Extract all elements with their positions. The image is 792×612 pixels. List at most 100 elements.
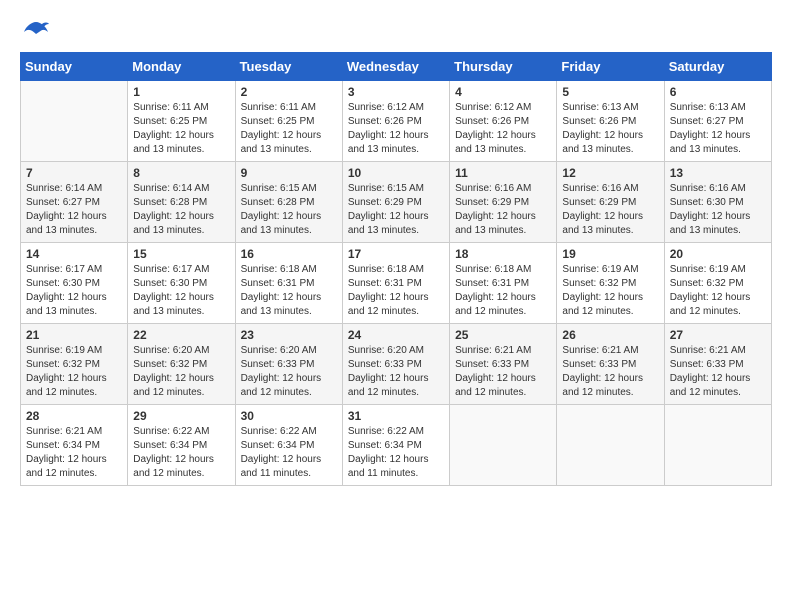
calendar-cell [557, 405, 664, 486]
sunset-text: Sunset: 6:25 PM [241, 116, 315, 127]
day-info: Sunrise: 6:11 AM Sunset: 6:25 PM Dayligh… [241, 101, 337, 157]
day-info: Sunrise: 6:20 AM Sunset: 6:33 PM Dayligh… [348, 344, 444, 400]
day-info: Sunrise: 6:19 AM Sunset: 6:32 PM Dayligh… [562, 263, 658, 319]
calendar-cell [664, 405, 771, 486]
day-info: Sunrise: 6:21 AM Sunset: 6:33 PM Dayligh… [562, 344, 658, 400]
sunset-text: Sunset: 6:33 PM [348, 359, 422, 370]
sunset-text: Sunset: 6:26 PM [348, 116, 422, 127]
calendar-cell: 26 Sunrise: 6:21 AM Sunset: 6:33 PM Dayl… [557, 324, 664, 405]
day-info: Sunrise: 6:22 AM Sunset: 6:34 PM Dayligh… [348, 425, 444, 481]
day-info: Sunrise: 6:22 AM Sunset: 6:34 PM Dayligh… [133, 425, 229, 481]
sunrise-text: Sunrise: 6:22 AM [133, 426, 209, 437]
sunrise-text: Sunrise: 6:19 AM [26, 345, 102, 356]
daylight-text: Daylight: 12 hours and 11 minutes. [348, 454, 429, 479]
sunrise-text: Sunrise: 6:22 AM [348, 426, 424, 437]
daylight-text: Daylight: 12 hours and 13 minutes. [133, 292, 214, 317]
day-info: Sunrise: 6:16 AM Sunset: 6:30 PM Dayligh… [670, 182, 766, 238]
daylight-text: Daylight: 12 hours and 13 minutes. [241, 211, 322, 236]
day-number: 27 [670, 328, 766, 342]
daylight-text: Daylight: 12 hours and 12 minutes. [455, 373, 536, 398]
sunset-text: Sunset: 6:30 PM [670, 197, 744, 208]
sunset-text: Sunset: 6:34 PM [348, 440, 422, 451]
sunset-text: Sunset: 6:34 PM [26, 440, 100, 451]
day-number: 13 [670, 166, 766, 180]
day-number: 19 [562, 247, 658, 261]
sunset-text: Sunset: 6:29 PM [348, 197, 422, 208]
day-info: Sunrise: 6:13 AM Sunset: 6:26 PM Dayligh… [562, 101, 658, 157]
day-info: Sunrise: 6:22 AM Sunset: 6:34 PM Dayligh… [241, 425, 337, 481]
day-number: 20 [670, 247, 766, 261]
sunset-text: Sunset: 6:27 PM [26, 197, 100, 208]
day-number: 28 [26, 409, 122, 423]
day-number: 26 [562, 328, 658, 342]
sunrise-text: Sunrise: 6:15 AM [348, 183, 424, 194]
day-number: 29 [133, 409, 229, 423]
daylight-text: Daylight: 12 hours and 13 minutes. [241, 130, 322, 155]
day-info: Sunrise: 6:18 AM Sunset: 6:31 PM Dayligh… [348, 263, 444, 319]
sunset-text: Sunset: 6:26 PM [455, 116, 529, 127]
calendar-cell: 30 Sunrise: 6:22 AM Sunset: 6:34 PM Dayl… [235, 405, 342, 486]
day-number: 4 [455, 85, 551, 99]
daylight-text: Daylight: 12 hours and 13 minutes. [133, 130, 214, 155]
day-number: 31 [348, 409, 444, 423]
calendar-week-row: 28 Sunrise: 6:21 AM Sunset: 6:34 PM Dayl… [21, 405, 772, 486]
calendar-cell: 14 Sunrise: 6:17 AM Sunset: 6:30 PM Dayl… [21, 243, 128, 324]
calendar-cell: 31 Sunrise: 6:22 AM Sunset: 6:34 PM Dayl… [342, 405, 449, 486]
sunrise-text: Sunrise: 6:12 AM [455, 102, 531, 113]
sunset-text: Sunset: 6:33 PM [562, 359, 636, 370]
sunset-text: Sunset: 6:26 PM [562, 116, 636, 127]
sunset-text: Sunset: 6:29 PM [455, 197, 529, 208]
daylight-text: Daylight: 12 hours and 13 minutes. [26, 211, 107, 236]
day-info: Sunrise: 6:17 AM Sunset: 6:30 PM Dayligh… [133, 263, 229, 319]
calendar-cell: 27 Sunrise: 6:21 AM Sunset: 6:33 PM Dayl… [664, 324, 771, 405]
sunset-text: Sunset: 6:25 PM [133, 116, 207, 127]
daylight-text: Daylight: 12 hours and 13 minutes. [670, 130, 751, 155]
day-info: Sunrise: 6:18 AM Sunset: 6:31 PM Dayligh… [241, 263, 337, 319]
page-header [20, 20, 772, 42]
calendar-week-row: 1 Sunrise: 6:11 AM Sunset: 6:25 PM Dayli… [21, 81, 772, 162]
calendar-cell: 6 Sunrise: 6:13 AM Sunset: 6:27 PM Dayli… [664, 81, 771, 162]
day-number: 17 [348, 247, 444, 261]
sunset-text: Sunset: 6:32 PM [562, 278, 636, 289]
day-number: 21 [26, 328, 122, 342]
sunrise-text: Sunrise: 6:20 AM [133, 345, 209, 356]
calendar-cell: 17 Sunrise: 6:18 AM Sunset: 6:31 PM Dayl… [342, 243, 449, 324]
sunset-text: Sunset: 6:33 PM [455, 359, 529, 370]
daylight-text: Daylight: 12 hours and 13 minutes. [562, 211, 643, 236]
sunset-text: Sunset: 6:30 PM [26, 278, 100, 289]
weekday-header: Wednesday [342, 53, 449, 81]
day-info: Sunrise: 6:14 AM Sunset: 6:28 PM Dayligh… [133, 182, 229, 238]
calendar-cell: 19 Sunrise: 6:19 AM Sunset: 6:32 PM Dayl… [557, 243, 664, 324]
calendar-week-row: 14 Sunrise: 6:17 AM Sunset: 6:30 PM Dayl… [21, 243, 772, 324]
sunrise-text: Sunrise: 6:21 AM [26, 426, 102, 437]
day-info: Sunrise: 6:13 AM Sunset: 6:27 PM Dayligh… [670, 101, 766, 157]
calendar-cell: 16 Sunrise: 6:18 AM Sunset: 6:31 PM Dayl… [235, 243, 342, 324]
sunrise-text: Sunrise: 6:16 AM [562, 183, 638, 194]
calendar-week-row: 7 Sunrise: 6:14 AM Sunset: 6:27 PM Dayli… [21, 162, 772, 243]
calendar-cell: 4 Sunrise: 6:12 AM Sunset: 6:26 PM Dayli… [450, 81, 557, 162]
day-info: Sunrise: 6:14 AM Sunset: 6:27 PM Dayligh… [26, 182, 122, 238]
logo-bird-icon [22, 20, 50, 42]
calendar-cell: 1 Sunrise: 6:11 AM Sunset: 6:25 PM Dayli… [128, 81, 235, 162]
calendar-cell: 3 Sunrise: 6:12 AM Sunset: 6:26 PM Dayli… [342, 81, 449, 162]
day-info: Sunrise: 6:12 AM Sunset: 6:26 PM Dayligh… [455, 101, 551, 157]
day-info: Sunrise: 6:20 AM Sunset: 6:32 PM Dayligh… [133, 344, 229, 400]
day-info: Sunrise: 6:15 AM Sunset: 6:28 PM Dayligh… [241, 182, 337, 238]
sunset-text: Sunset: 6:28 PM [133, 197, 207, 208]
day-number: 23 [241, 328, 337, 342]
day-number: 11 [455, 166, 551, 180]
calendar-cell: 5 Sunrise: 6:13 AM Sunset: 6:26 PM Dayli… [557, 81, 664, 162]
day-info: Sunrise: 6:21 AM Sunset: 6:33 PM Dayligh… [455, 344, 551, 400]
weekday-header: Tuesday [235, 53, 342, 81]
sunrise-text: Sunrise: 6:14 AM [26, 183, 102, 194]
sunset-text: Sunset: 6:34 PM [241, 440, 315, 451]
calendar-cell: 11 Sunrise: 6:16 AM Sunset: 6:29 PM Dayl… [450, 162, 557, 243]
calendar-cell: 20 Sunrise: 6:19 AM Sunset: 6:32 PM Dayl… [664, 243, 771, 324]
day-info: Sunrise: 6:20 AM Sunset: 6:33 PM Dayligh… [241, 344, 337, 400]
sunrise-text: Sunrise: 6:20 AM [348, 345, 424, 356]
day-info: Sunrise: 6:19 AM Sunset: 6:32 PM Dayligh… [26, 344, 122, 400]
calendar-cell: 10 Sunrise: 6:15 AM Sunset: 6:29 PM Dayl… [342, 162, 449, 243]
daylight-text: Daylight: 12 hours and 13 minutes. [348, 211, 429, 236]
calendar-cell: 8 Sunrise: 6:14 AM Sunset: 6:28 PM Dayli… [128, 162, 235, 243]
calendar-cell: 24 Sunrise: 6:20 AM Sunset: 6:33 PM Dayl… [342, 324, 449, 405]
